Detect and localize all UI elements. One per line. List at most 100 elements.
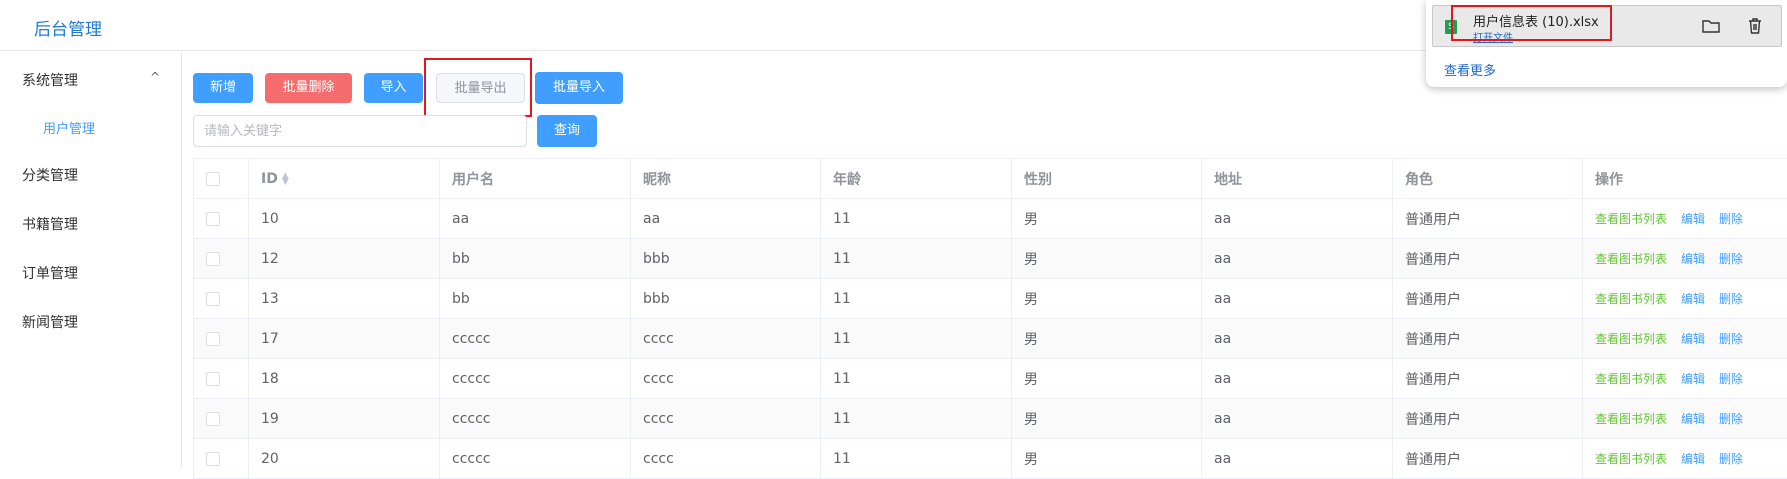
- cell-role: 普通用户: [1393, 399, 1583, 439]
- edit-link[interactable]: 编辑: [1681, 412, 1705, 426]
- row-select-cell[interactable]: [194, 359, 249, 399]
- sidebar-item-orders[interactable]: 订单管理: [22, 263, 78, 283]
- row-select-cell[interactable]: [194, 279, 249, 319]
- view-books-link[interactable]: 查看图书列表: [1595, 212, 1667, 226]
- delete-link[interactable]: 删除: [1719, 452, 1743, 466]
- edit-link[interactable]: 编辑: [1681, 252, 1705, 266]
- cell-age: 11: [821, 279, 1012, 319]
- sidebar-item-category[interactable]: 分类管理: [22, 165, 78, 185]
- cell-username: aa: [440, 199, 631, 239]
- cell-actions: 查看图书列表编辑删除: [1583, 199, 1787, 239]
- see-more-link[interactable]: 查看更多: [1444, 60, 1496, 79]
- sort-icon[interactable]: ▲▼: [282, 173, 289, 185]
- column-header-username: 用户名: [440, 159, 631, 199]
- cell-address: aa: [1202, 279, 1393, 319]
- view-books-link[interactable]: 查看图书列表: [1595, 452, 1667, 466]
- row-checkbox[interactable]: [206, 372, 220, 386]
- cell-age: 11: [821, 199, 1012, 239]
- edit-link[interactable]: 编辑: [1681, 372, 1705, 386]
- cell-role: 普通用户: [1393, 439, 1583, 479]
- select-all-cell[interactable]: [194, 159, 249, 199]
- import-button[interactable]: 导入: [364, 73, 423, 103]
- cell-nickname: cccc: [631, 399, 821, 439]
- cell-actions: 查看图书列表编辑删除: [1583, 439, 1787, 479]
- row-checkbox[interactable]: [206, 252, 220, 266]
- row-checkbox[interactable]: [206, 332, 220, 346]
- cell-nickname: bbb: [631, 239, 821, 279]
- row-select-cell[interactable]: [194, 439, 249, 479]
- view-books-link[interactable]: 查看图书列表: [1595, 412, 1667, 426]
- column-header-id[interactable]: ID▲▼: [249, 159, 440, 199]
- cell-id: 17: [249, 319, 440, 359]
- table-row: 17ccccccccc11男aa普通用户查看图书列表编辑删除: [194, 319, 1787, 359]
- column-header-gender: 性别: [1012, 159, 1202, 199]
- cell-gender: 男: [1012, 239, 1202, 279]
- sidebar-item-system[interactable]: 系统管理: [22, 70, 78, 90]
- view-books-link[interactable]: 查看图书列表: [1595, 252, 1667, 266]
- sidebar-item-users[interactable]: 用户管理: [43, 118, 95, 137]
- search-button[interactable]: 查询: [537, 115, 597, 147]
- view-books-link[interactable]: 查看图书列表: [1595, 332, 1667, 346]
- table-row: 13bbbbb11男aa普通用户查看图书列表编辑删除: [194, 279, 1787, 319]
- row-select-cell[interactable]: [194, 239, 249, 279]
- cell-username: ccccc: [440, 319, 631, 359]
- cell-age: 11: [821, 359, 1012, 399]
- cell-gender: 男: [1012, 439, 1202, 479]
- delete-link[interactable]: 删除: [1719, 252, 1743, 266]
- cell-age: 11: [821, 319, 1012, 359]
- edit-link[interactable]: 编辑: [1681, 452, 1705, 466]
- cell-gender: 男: [1012, 399, 1202, 439]
- delete-link[interactable]: 删除: [1719, 412, 1743, 426]
- sidebar: 系统管理 ^ 用户管理 分类管理 书籍管理 订单管理 新闻管理: [0, 52, 182, 467]
- table-row: 18ccccccccc11男aa普通用户查看图书列表编辑删除: [194, 359, 1787, 399]
- trash-icon[interactable]: [1745, 16, 1765, 36]
- chevron-up-icon[interactable]: ^: [150, 70, 160, 84]
- select-all-checkbox[interactable]: [206, 172, 220, 186]
- table-row: 10aaaa11男aa普通用户查看图书列表编辑删除: [194, 199, 1787, 239]
- row-checkbox[interactable]: [206, 292, 220, 306]
- cell-actions: 查看图书列表编辑删除: [1583, 319, 1787, 359]
- batch-import-button[interactable]: 批量导入: [535, 72, 623, 104]
- cell-nickname: cccc: [631, 319, 821, 359]
- cell-actions: 查看图书列表编辑删除: [1583, 359, 1787, 399]
- view-books-link[interactable]: 查看图书列表: [1595, 372, 1667, 386]
- table-row: 20ccccccccc11男aa普通用户查看图书列表编辑删除: [194, 439, 1787, 479]
- view-books-link[interactable]: 查看图书列表: [1595, 292, 1667, 306]
- edit-link[interactable]: 编辑: [1681, 332, 1705, 346]
- row-select-cell[interactable]: [194, 399, 249, 439]
- app-title: 后台管理: [34, 15, 102, 40]
- cell-address: aa: [1202, 359, 1393, 399]
- table-row: 12bbbbb11男aa普通用户查看图书列表编辑删除: [194, 239, 1787, 279]
- edit-link[interactable]: 编辑: [1681, 292, 1705, 306]
- row-select-cell[interactable]: [194, 319, 249, 359]
- delete-link[interactable]: 删除: [1719, 292, 1743, 306]
- row-checkbox[interactable]: [206, 212, 220, 226]
- row-select-cell[interactable]: [194, 199, 249, 239]
- folder-icon[interactable]: [1701, 16, 1721, 36]
- delete-link[interactable]: 删除: [1719, 372, 1743, 386]
- column-header-age: 年龄: [821, 159, 1012, 199]
- sidebar-item-books[interactable]: 书籍管理: [22, 214, 78, 234]
- cell-gender: 男: [1012, 199, 1202, 239]
- cell-username: ccccc: [440, 399, 631, 439]
- cell-age: 11: [821, 399, 1012, 439]
- cell-actions: 查看图书列表编辑删除: [1583, 279, 1787, 319]
- row-checkbox[interactable]: [206, 412, 220, 426]
- cell-role: 普通用户: [1393, 359, 1583, 399]
- edit-link[interactable]: 编辑: [1681, 212, 1705, 226]
- cell-nickname: cccc: [631, 439, 821, 479]
- search-input[interactable]: [193, 115, 527, 147]
- cell-gender: 男: [1012, 279, 1202, 319]
- download-popup: S 用户信息表 (10).xlsx 打开文件 查看更多: [1426, 0, 1787, 87]
- sidebar-item-news[interactable]: 新闻管理: [22, 312, 78, 332]
- delete-link[interactable]: 删除: [1719, 332, 1743, 346]
- row-checkbox[interactable]: [206, 452, 220, 466]
- cell-address: aa: [1202, 439, 1393, 479]
- delete-link[interactable]: 删除: [1719, 212, 1743, 226]
- cell-id: 20: [249, 439, 440, 479]
- user-table: ID▲▼ 用户名 昵称 年龄 性别 地址 角色 操作 10aaaa11男aa普通…: [193, 158, 1787, 479]
- add-button[interactable]: 新增: [193, 73, 253, 103]
- cell-username: bb: [440, 239, 631, 279]
- batch-delete-button[interactable]: 批量删除: [265, 73, 352, 103]
- cell-nickname: cccc: [631, 359, 821, 399]
